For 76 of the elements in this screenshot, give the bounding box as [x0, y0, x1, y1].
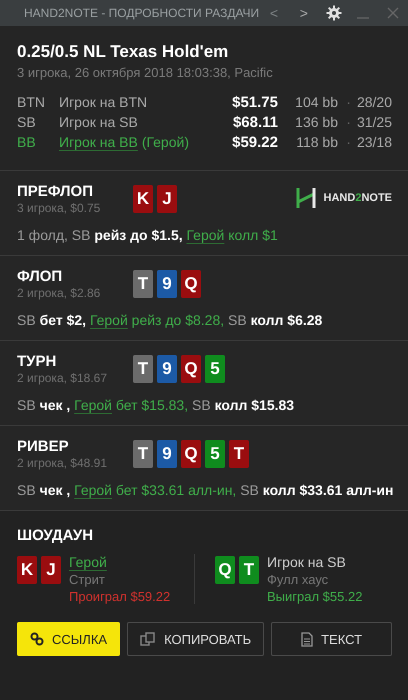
separator-dot: ·: [346, 134, 351, 150]
playing-card: T: [133, 355, 153, 383]
hero-link[interactable]: Герой: [74, 397, 112, 413]
action-summary: SB чек , Герой бет $33.61 алл-ин, SB колл $33.61 алл-ин: [17, 482, 392, 498]
playing-card: Q: [181, 270, 201, 298]
hand-rank: Стрит: [69, 572, 106, 587]
close-icon: [387, 7, 400, 19]
player-name: Игрок на SB: [267, 554, 347, 570]
player-stats: 28/20: [356, 94, 392, 110]
hero-link[interactable]: Герой: [74, 482, 112, 498]
player-position: SB: [17, 114, 37, 130]
player-link[interactable]: Игрок на BB: [59, 134, 138, 150]
hand-rank: Фулл хаус: [267, 572, 330, 587]
playing-card: T: [133, 270, 153, 298]
player-stack: $68.11: [232, 114, 278, 131]
next-button[interactable]: >: [288, 0, 319, 26]
result-amount: Проиграл $59.22: [69, 589, 170, 604]
logo-text: HAND2NOTE: [324, 192, 392, 204]
playing-card: 9: [157, 355, 177, 383]
player-big-blinds: 104 bb: [294, 94, 338, 110]
street-title: ФЛОП: [17, 268, 64, 285]
hero-tag: (Герой): [142, 134, 189, 150]
street-info: 2 игрока, $2.86: [17, 286, 102, 300]
game-subtitle: 3 игрока, 26 октября 2018 18:03:38, Pacific: [17, 65, 274, 80]
playing-card: Q: [181, 355, 201, 383]
player-stats: 31/25: [356, 114, 392, 130]
link-button[interactable]: ССЫЛКА: [17, 622, 120, 656]
separator-dot: ·: [346, 114, 351, 130]
player-stack: $51.75: [231, 94, 278, 111]
showdown-title: ШОУДАУН: [17, 527, 94, 544]
action-summary: 1 фолд, SB рейз до $1.5, Герой колл $1: [17, 227, 279, 243]
street-info: 3 игрока, $0.75: [17, 201, 102, 215]
player-link[interactable]: Герой: [69, 554, 170, 570]
playing-card: T: [229, 440, 249, 468]
player-stats: 23/18: [356, 134, 392, 150]
playing-card: T: [239, 556, 259, 584]
playing-card: 9: [157, 270, 177, 298]
result-amount: Выиграл $55.22: [267, 589, 362, 604]
player-position: BB: [17, 134, 37, 150]
playing-card: 9: [157, 440, 177, 468]
copy-icon: [140, 632, 156, 646]
street-info: 2 игрока, $18.67: [17, 371, 108, 385]
window-title: HAND2NOTE - ПОДРОБНОСТИ РАЗДАЧИ: [24, 6, 260, 20]
playing-card: K: [17, 556, 37, 584]
logo-icon: [296, 187, 316, 209]
street-title: ПРЕФЛОП: [17, 183, 94, 200]
document-icon: [301, 632, 314, 646]
street-title: РИВЕР: [17, 438, 70, 455]
playing-card: Q: [181, 440, 201, 468]
settings-icon: [326, 5, 342, 21]
playing-card: 5: [205, 440, 225, 468]
playing-card: J: [41, 556, 61, 584]
street-title: ТУРН: [17, 353, 58, 370]
player-big-blinds: 118 bb: [295, 134, 338, 150]
action-summary: SB бет $2, Герой рейз до $8.28, SB колл $6.28: [17, 312, 324, 328]
playing-card: Q: [215, 556, 235, 584]
copy-button[interactable]: КОПИРОВАТЬ: [127, 622, 264, 656]
player-name: Игрок на SB: [59, 114, 138, 130]
action-summary: SB чек , Герой бет $15.83, SB колл $15.83: [17, 397, 296, 413]
minimize-icon: [357, 17, 370, 19]
playing-card: 5: [205, 355, 225, 383]
separator-dot: ·: [346, 94, 351, 110]
player-stack: $59.22: [231, 134, 278, 151]
player-big-blinds: 136 bb: [294, 114, 338, 130]
street-info: 2 игрока, $48.91: [17, 456, 108, 470]
text-button[interactable]: ТЕКСТ: [271, 622, 392, 656]
playing-card: T: [133, 440, 153, 468]
hero-link[interactable]: Герой: [186, 227, 224, 243]
previous-button[interactable]: <: [259, 0, 289, 26]
player-position: BTN: [17, 94, 46, 110]
hero-link[interactable]: Герой: [90, 312, 128, 328]
link-icon: [30, 632, 44, 646]
playing-card: K: [133, 185, 153, 213]
game-title: 0.25/0.5 NL Texas Hold'em: [17, 42, 230, 62]
player-name: Игрок на BTN: [59, 94, 148, 110]
playing-card: J: [157, 185, 177, 213]
